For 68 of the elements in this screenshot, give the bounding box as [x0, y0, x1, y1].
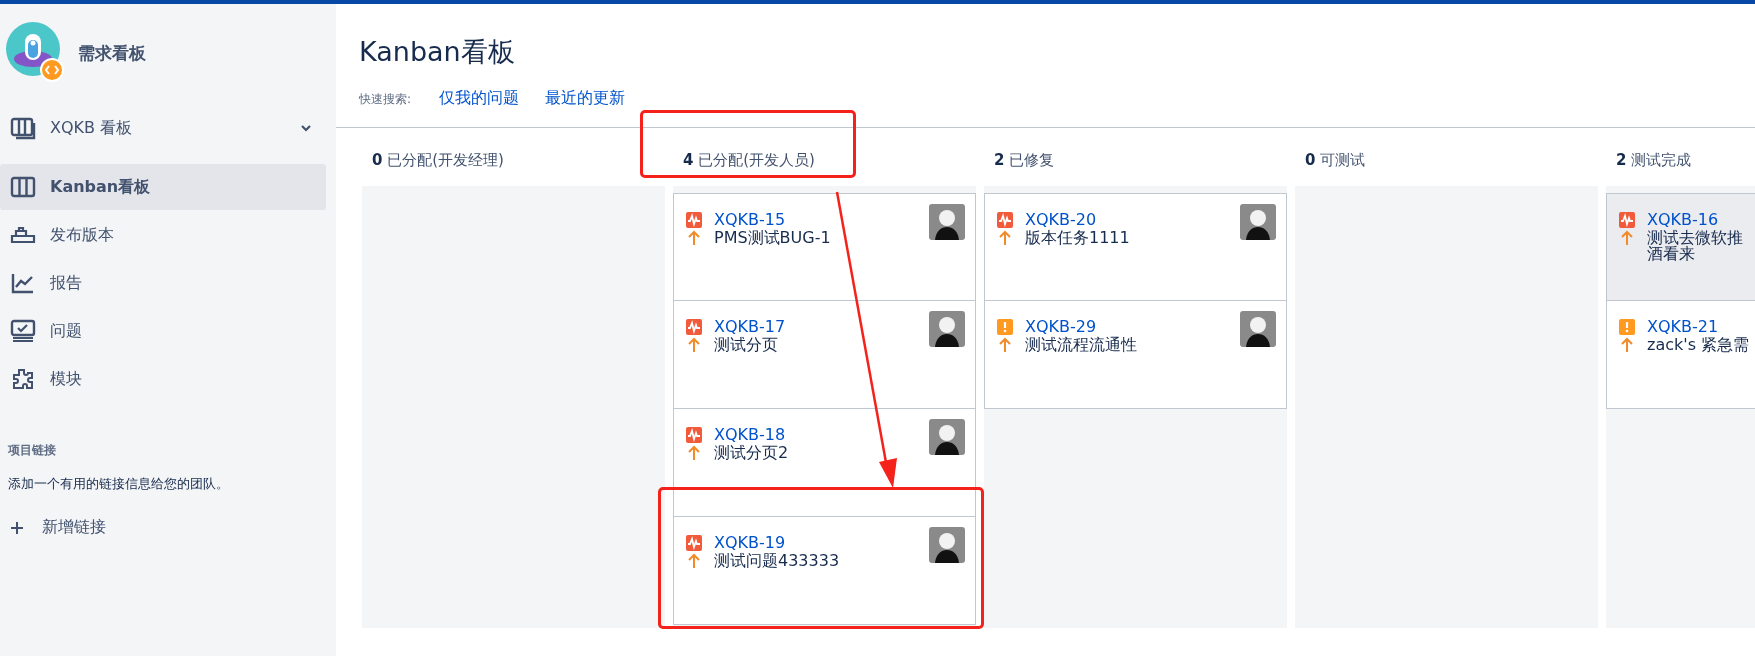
chevron-icon — [300, 124, 312, 132]
issue-summary: 测试流程流通性 — [1025, 336, 1137, 354]
issue-key-link[interactable]: XQKB-17 — [714, 317, 786, 336]
section-description: 添加一个有用的链接信息给您的团队。 — [8, 475, 230, 493]
issue-summary: PMS测试BUG-1 — [714, 229, 831, 247]
issue-type-icon — [686, 211, 702, 228]
issue-key-link[interactable]: XQKB-21 — [1647, 317, 1719, 336]
issue-key-link[interactable]: XQKB-29 — [1025, 317, 1097, 336]
priority-arrow-icon — [997, 336, 1013, 353]
issue-type-icon — [1619, 318, 1635, 335]
issue-key-link[interactable]: XQKB-18 — [714, 425, 786, 444]
priority-arrow-icon — [1619, 229, 1635, 246]
monitor-icon — [10, 319, 36, 343]
column-header: 2 测试完成 — [1616, 150, 1692, 170]
project-name: 需求看板 — [78, 41, 146, 65]
issue-type-icon — [1619, 211, 1635, 228]
column-header: 4 已分配(开发人员) — [683, 150, 815, 170]
priority-arrow-icon — [686, 444, 702, 461]
issue-card[interactable]: XQKB-21 zack's 紧急需 — [1606, 301, 1755, 409]
issue-card[interactable]: XQKB-29 测试流程流通性 — [984, 301, 1287, 409]
quick-search-label: 快速搜索: — [359, 91, 412, 108]
priority-arrow-icon — [997, 229, 1013, 246]
page-title: Kanban看板 — [359, 35, 516, 69]
column-header: 2 已修复 — [994, 150, 1055, 170]
column-header: 0 可测试 — [1305, 150, 1366, 170]
issue-card[interactable]: XQKB-20 版本任务1111 — [984, 193, 1287, 301]
issue-key-link[interactable]: XQKB-20 — [1025, 210, 1097, 229]
issue-summary: 版本任务1111 — [1025, 229, 1130, 247]
quick-filter-link[interactable]: 仅我的问题 — [439, 88, 520, 109]
chart-icon — [10, 271, 36, 295]
board-switcher[interactable]: XQKB 看板 — [0, 108, 326, 148]
board-icon — [10, 116, 36, 140]
puzzle-icon — [10, 367, 36, 391]
issue-type-icon — [997, 211, 1013, 228]
nav-item[interactable]: 问题 — [0, 308, 326, 354]
issue-card[interactable]: XQKB-15 PMS测试BUG-1 — [673, 193, 976, 301]
issue-type-icon — [686, 426, 702, 443]
issue-key-link[interactable]: XQKB-15 — [714, 210, 786, 229]
priority-arrow-icon — [1619, 336, 1635, 353]
issue-summary: 测试分页2 — [714, 444, 789, 462]
issue-card[interactable]: XQKB-18 测试分页2 — [673, 409, 976, 517]
issue-card[interactable]: XQKB-17 测试分页 — [673, 301, 976, 409]
add-link[interactable]: 新增链接 — [10, 517, 326, 538]
nav-item[interactable]: Kanban看板 — [0, 164, 326, 210]
issue-type-icon — [997, 318, 1013, 335]
board-icon — [10, 175, 36, 199]
priority-arrow-icon — [686, 336, 702, 353]
issue-card[interactable]: XQKB-19 测试问题433333 — [673, 517, 976, 625]
section-heading: 项目链接 — [8, 442, 57, 459]
issue-summary: zack's 紧急需 — [1647, 336, 1750, 354]
nav-item[interactable]: 报告 — [0, 260, 326, 306]
priority-arrow-icon — [686, 229, 702, 246]
nav-item[interactable]: 模块 — [0, 356, 326, 402]
issue-card[interactable]: XQKB-16 测试去微软推 酒看来 — [1606, 193, 1755, 301]
nav-item[interactable]: 发布版本 — [0, 212, 326, 258]
issue-key-link[interactable]: XQKB-16 — [1647, 210, 1719, 229]
project-logo-icon — [6, 22, 64, 84]
issue-summary: 酒看来 — [1647, 244, 1695, 263]
issue-type-icon — [686, 534, 702, 551]
issue-summary: 测试分页 — [714, 336, 778, 354]
column-header: 0 已分配(开发经理) — [372, 150, 504, 170]
quick-filter-link[interactable]: 最近的更新 — [545, 88, 626, 109]
issue-type-icon — [686, 318, 702, 335]
plus-icon — [10, 520, 24, 535]
issue-summary: 测试问题433333 — [714, 552, 840, 570]
issue-key-link[interactable]: XQKB-19 — [714, 533, 786, 552]
priority-arrow-icon — [686, 552, 702, 569]
issue-summary: 测试去微软推 — [1647, 229, 1743, 247]
